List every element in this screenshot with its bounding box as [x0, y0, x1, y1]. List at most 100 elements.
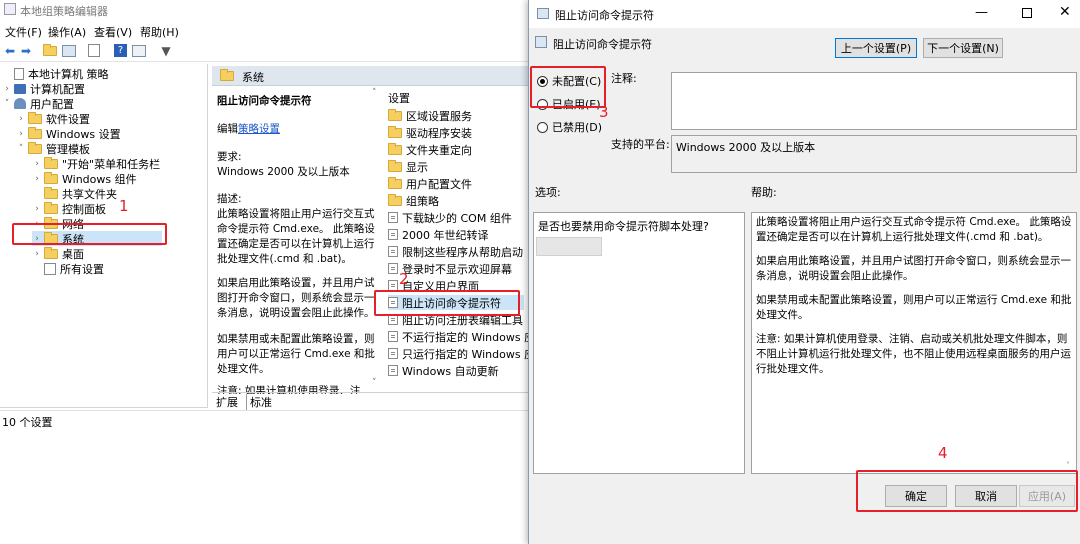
list-item[interactable]: 只运行指定的 Windows 应用 — [388, 346, 528, 361]
scroll-up-icon[interactable]: ˄ — [372, 88, 377, 98]
list-item[interactable]: 下载缺少的 COM 组件 — [388, 210, 512, 225]
list-item[interactable]: 2000 年世纪转译 — [388, 227, 489, 242]
chevron-down-icon[interactable]: ˅ — [2, 99, 12, 109]
back-arrow-icon[interactable]: ⬅ — [2, 43, 18, 59]
chevron-right-icon[interactable]: › — [32, 159, 42, 169]
tree-item-control-panel[interactable]: › 控制面板 — [32, 201, 106, 216]
comment-textarea[interactable] — [671, 72, 1077, 130]
policy-dialog: 阻止访问命令提示符 — ✕ 阻止访问命令提示符 上一个设置(P) 下一个设置(N… — [528, 0, 1080, 544]
requirement-label: 要求: — [217, 151, 242, 163]
chevron-right-icon[interactable]: › — [16, 114, 26, 124]
edit-policy-line: 编辑策略设置 — [217, 123, 280, 135]
list-item[interactable]: 用户配置文件 — [388, 176, 472, 191]
tab-standard[interactable]: 标准 — [246, 394, 272, 410]
list-item[interactable]: 文件夹重定向 — [388, 142, 472, 157]
chevron-right-icon[interactable]: › — [2, 84, 12, 94]
computer-icon — [14, 83, 26, 94]
list-item[interactable]: 区域设置服务 — [388, 108, 472, 123]
policy-setting-icon — [388, 212, 398, 223]
next-setting-button[interactable]: 下一个设置(N) — [923, 38, 1003, 58]
app-icon — [4, 3, 16, 15]
tree-item-admin-templates[interactable]: ˅ 管理模板 — [16, 141, 90, 156]
menu-help[interactable]: 帮助(H) — [140, 24, 179, 40]
settings-column-header[interactable]: 设置 — [388, 90, 410, 105]
up-folder-icon[interactable] — [42, 43, 58, 59]
export-list-icon[interactable] — [88, 44, 100, 57]
dialog-policy-icon — [537, 8, 549, 19]
folder-icon — [44, 171, 58, 184]
policy-setting-icon — [388, 229, 398, 240]
annotation-number-1: 1 — [119, 197, 129, 215]
tree-item-software-settings[interactable]: › 软件设置 — [16, 111, 90, 126]
group-policy-editor-window: 本地组策略编辑器 文件(F) 操作(A) 查看(V) 帮助(H) ⬅ ➡ ? ▼… — [0, 0, 528, 544]
option-dropdown[interactable] — [536, 237, 602, 256]
tree-item-all-settings[interactable]: 所有设置 — [32, 261, 104, 276]
filter-icon[interactable]: ▼ — [158, 43, 174, 59]
folder-icon — [388, 159, 402, 172]
list-item[interactable]: Windows 自动更新 — [388, 363, 499, 378]
tree-item-user-config[interactable]: ˅ 用户配置 — [2, 96, 74, 111]
folder-icon — [44, 246, 58, 259]
tree-item-start-menu[interactable]: › "开始"菜单和任务栏 — [32, 156, 160, 171]
list-item[interactable]: 限制这些程序从帮助启动 — [388, 244, 523, 259]
scroll-down-icon[interactable]: ˅ — [372, 378, 377, 388]
folder-icon — [28, 111, 42, 124]
description-enabled: 如果启用此策略设置，并且用户试图打开命令窗口，则系统会显示一条消息，说明设置会阻… — [217, 277, 375, 319]
folder-icon — [388, 125, 402, 138]
help-panel: 此策略设置将阻止用户运行交互式命令提示符 Cmd.exe。 此策略设置还确定是否… — [751, 212, 1077, 474]
tree-item-windows-components[interactable]: › Windows 组件 — [32, 171, 137, 186]
tree-item-shared-folders[interactable]: 共享文件夹 — [32, 186, 117, 201]
scroll-up-icon[interactable]: ˄ — [1066, 215, 1070, 224]
chevron-right-icon[interactable]: › — [32, 174, 42, 184]
policy-document-icon — [14, 67, 24, 80]
properties-icon[interactable] — [132, 45, 146, 57]
folder-icon — [388, 108, 402, 121]
description-label: 描述: — [217, 193, 242, 205]
help-paragraph: 如果禁用或未配置此策略设置，则用户可以正常运行 Cmd.exe 和批处理文件。 — [756, 294, 1072, 321]
tab-extended[interactable]: 扩展 — [216, 394, 238, 410]
status-bar: 10 个设置 — [0, 410, 528, 429]
main-window-title: 本地组策略编辑器 — [20, 5, 108, 18]
annotation-number-2: 2 — [399, 270, 409, 288]
list-item[interactable]: 组策略 — [388, 193, 439, 208]
show-hide-tree-icon[interactable] — [62, 45, 76, 57]
annotation-box-3 — [530, 66, 606, 108]
scroll-down-icon[interactable]: ˅ — [1066, 461, 1070, 470]
policy-setting-icon — [388, 246, 398, 257]
prev-setting-button[interactable]: 上一个设置(P) — [835, 38, 917, 58]
menu-file[interactable]: 文件(F) — [5, 24, 42, 40]
annotation-box-2 — [374, 290, 520, 316]
menu-bar: 文件(F) 操作(A) 查看(V) 帮助(H) — [0, 22, 528, 40]
edit-policy-link[interactable]: 策略设置 — [238, 123, 280, 135]
tree-item-computer-config[interactable]: › 计算机配置 — [2, 81, 85, 96]
minimize-icon[interactable]: — — [975, 5, 988, 20]
options-panel: 是否也要禁用命令提示符脚本处理? — [533, 212, 745, 474]
radio-disabled[interactable]: 已禁用(D) — [537, 119, 602, 135]
settings-list: 设置 区域设置服务 驱动程序安装 文件夹重定向 显示 用户配置文件 组策略 下载… — [384, 86, 528, 392]
forward-arrow-icon[interactable]: ➡ — [18, 43, 34, 59]
chevron-right-icon[interactable]: › — [16, 129, 26, 139]
tree-item-desktop[interactable]: › 桌面 — [32, 246, 84, 261]
policy-setting-icon — [388, 331, 398, 342]
maximize-icon[interactable] — [1022, 8, 1032, 18]
list-item[interactable]: 驱动程序安装 — [388, 125, 472, 140]
list-item[interactable]: 显示 — [388, 159, 428, 174]
help-icon[interactable]: ? — [114, 44, 127, 57]
chevron-down-icon[interactable]: ˅ — [16, 144, 26, 154]
menu-view[interactable]: 查看(V) — [94, 24, 132, 40]
chevron-right-icon[interactable]: › — [32, 204, 42, 214]
status-count: 10 个设置 — [2, 416, 53, 429]
close-icon[interactable]: ✕ — [1059, 4, 1071, 20]
view-tabs: 扩展 标准 — [212, 392, 528, 410]
chevron-right-icon[interactable]: › — [32, 249, 42, 259]
vertical-scrollbar[interactable]: ˄ ˅ — [370, 86, 384, 392]
list-item[interactable]: 不运行指定的 Windows 应用 — [388, 329, 528, 344]
policy-setting-icon — [388, 365, 398, 376]
menu-action[interactable]: 操作(A) — [48, 24, 86, 40]
tree-item-windows-settings[interactable]: › Windows 设置 — [16, 126, 121, 141]
platform-value: Windows 2000 及以上版本 — [676, 141, 816, 154]
platform-field: Windows 2000 及以上版本 — [671, 135, 1077, 173]
tree-item-local-policy[interactable]: 本地计算机 策略 — [2, 66, 109, 81]
pane-header: 系统 — [212, 66, 528, 86]
help-paragraph: 如果启用此策略设置，并且用户试图打开命令窗口，则系统会显示一条消息，说明设置会阻… — [756, 255, 1071, 282]
